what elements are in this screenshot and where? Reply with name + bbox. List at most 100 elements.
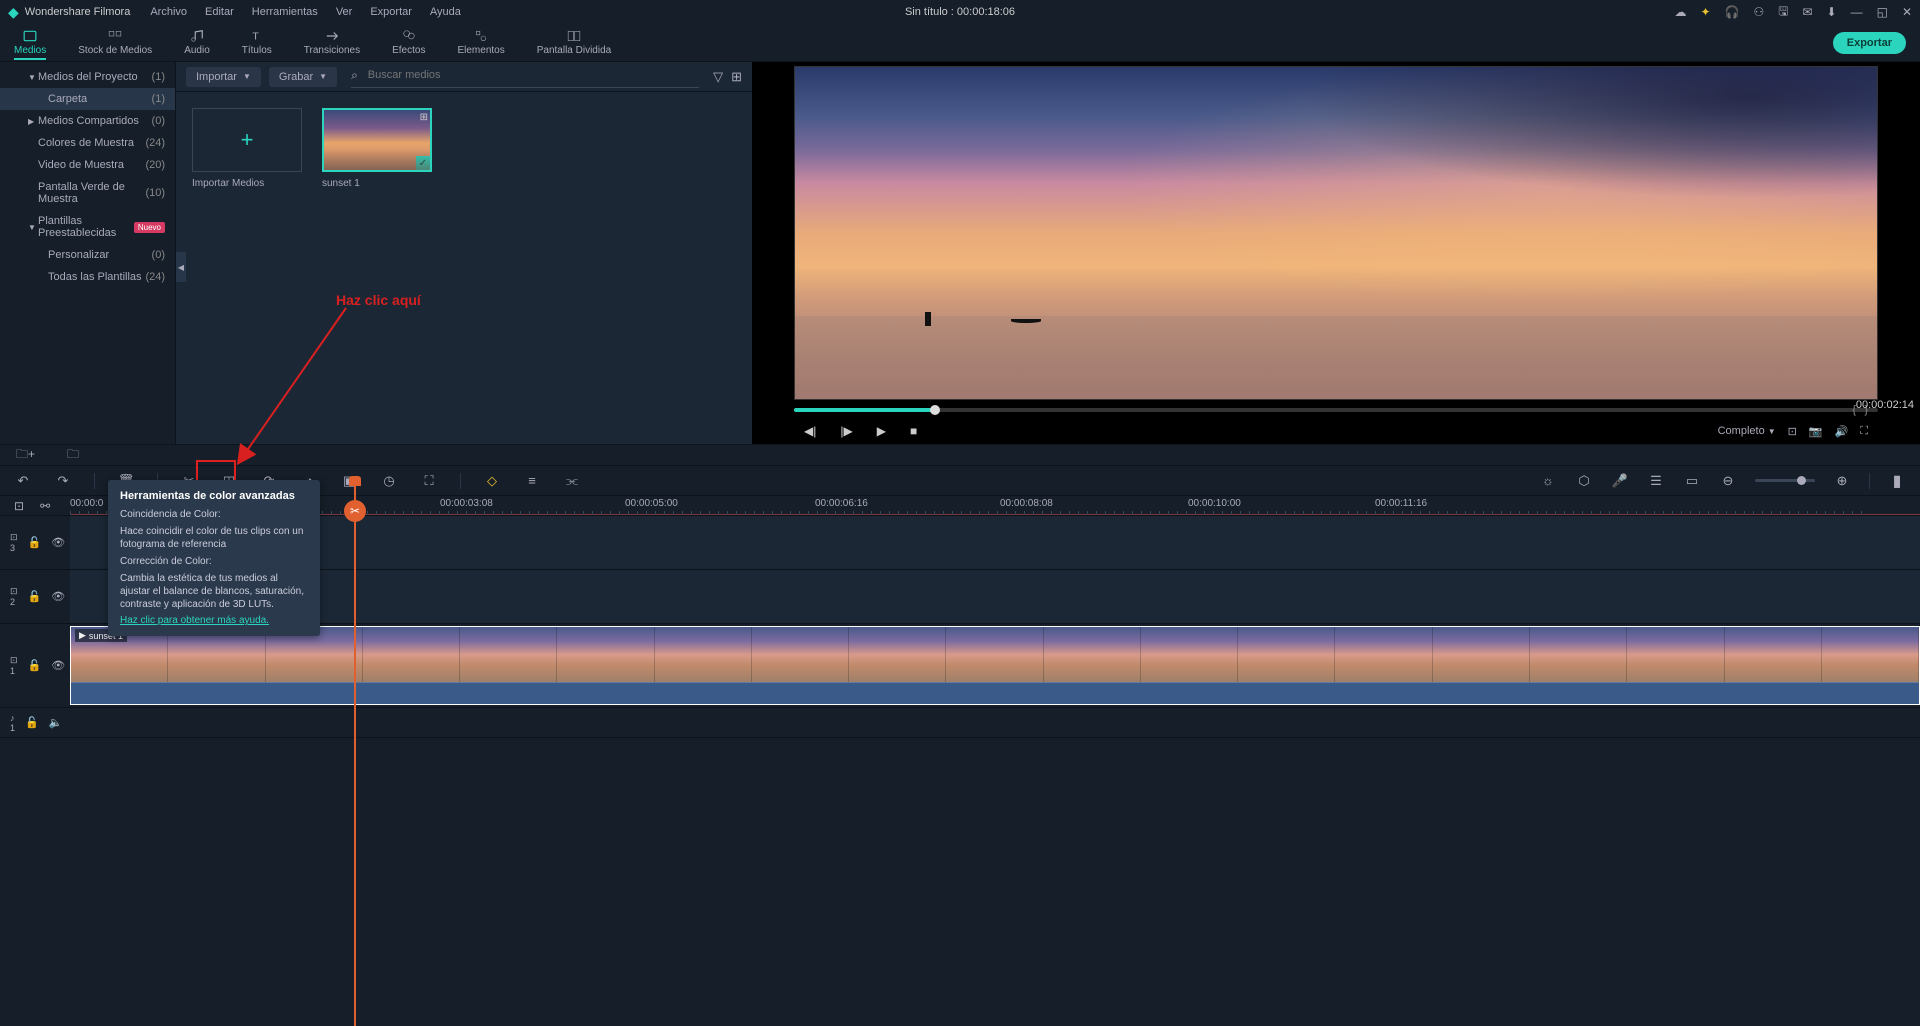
- sidebar-item[interactable]: ▼Plantillas PreestablecidasNuevo: [0, 210, 175, 244]
- visibility-icon[interactable]: 👁: [51, 536, 65, 549]
- snapshot-icon[interactable]: 📷: [1809, 425, 1823, 438]
- open-folder-icon[interactable]: 🗀: [67, 445, 79, 466]
- menu-tools[interactable]: Herramientas: [252, 6, 318, 18]
- record-dropdown[interactable]: Grabar▼: [269, 67, 337, 87]
- export-button[interactable]: Exportar: [1833, 32, 1906, 54]
- sidebar-item[interactable]: ▼Medios del Proyecto(1): [0, 66, 175, 88]
- project-title: Sin título : 00:00:18:06: [905, 6, 1015, 18]
- sidebar-item[interactable]: Video de Muestra(20): [0, 154, 175, 176]
- lock-icon[interactable]: 🔓: [28, 536, 42, 549]
- timeline-clip-sunset1[interactable]: ▶sunset 1: [70, 626, 1920, 705]
- tab-media[interactable]: Medios: [14, 27, 46, 60]
- preview-scrubber[interactable]: { }: [794, 408, 1878, 412]
- search-input[interactable]: [364, 65, 699, 85]
- main-menu: Archivo Editar Herramientas Ver Exportar…: [150, 6, 461, 18]
- redo-icon[interactable]: ↷: [54, 472, 72, 490]
- titlebar: ◆ Wondershare Filmora Archivo Editar Her…: [0, 0, 1920, 24]
- save-icon[interactable]: 🖫: [1778, 2, 1788, 23]
- lightbulb-icon[interactable]: ✦: [1700, 5, 1710, 19]
- window-maximize-icon[interactable]: ◱: [1877, 5, 1888, 19]
- link-icon[interactable]: ⚯: [40, 499, 50, 513]
- playhead[interactable]: ✂: [354, 476, 356, 1026]
- cloud-icon[interactable]: ☁: [1674, 5, 1686, 19]
- app-logo-icon: ◆: [8, 4, 19, 21]
- sidebar-item[interactable]: Todas las Plantillas(24): [0, 266, 175, 288]
- prev-frame-icon[interactable]: ◀|: [804, 424, 816, 438]
- tooltip-title: Herramientas de color avanzadas: [120, 490, 308, 502]
- tab-split-screen[interactable]: Pantalla Dividida: [537, 27, 612, 58]
- sidebar-item[interactable]: Carpeta(1): [0, 88, 175, 110]
- undo-icon[interactable]: ↶: [14, 472, 32, 490]
- scissors-icon[interactable]: ✂: [344, 500, 366, 522]
- menu-help[interactable]: Ayuda: [430, 6, 461, 18]
- timeline-options-icon[interactable]: ▮: [1888, 472, 1906, 490]
- voiceover-icon[interactable]: 🎤: [1611, 472, 1629, 490]
- lock-icon[interactable]: 🔓: [28, 590, 42, 603]
- stop-icon[interactable]: ■: [910, 424, 917, 438]
- visibility-icon[interactable]: 👁: [51, 590, 65, 603]
- import-media-card[interactable]: + Importar Medios: [192, 108, 302, 189]
- zoom-out-icon[interactable]: ⊖: [1719, 472, 1737, 490]
- media-clip-sunset1[interactable]: ⊞ ✓ sunset 1: [322, 108, 432, 189]
- play-icon: ▶: [79, 630, 86, 641]
- zoom-in-icon[interactable]: ⊕: [1833, 472, 1851, 490]
- quality-dropdown[interactable]: Completo ▼: [1718, 425, 1776, 437]
- sidebar-item[interactable]: Pantalla Verde de Muestra(10): [0, 176, 175, 210]
- timeline-display-icon[interactable]: ⊡: [14, 499, 24, 513]
- tooltip-help-link[interactable]: Haz clic para obtener más ayuda.: [120, 615, 269, 626]
- fit-icon[interactable]: ⛶: [420, 472, 438, 490]
- clip-audio-waveform[interactable]: [71, 682, 1919, 704]
- visibility-icon[interactable]: 👁: [51, 659, 65, 672]
- mixer-icon[interactable]: ☰: [1647, 472, 1665, 490]
- marker-icon[interactable]: ⬡: [1575, 472, 1593, 490]
- collapse-sidebar-icon[interactable]: ◀: [176, 252, 186, 282]
- mail-icon[interactable]: ✉: [1802, 5, 1812, 19]
- display-icon[interactable]: ⊡: [1788, 425, 1797, 438]
- lock-icon[interactable]: 🔓: [28, 659, 42, 672]
- sidebar-item[interactable]: Colores de Muestra(24): [0, 132, 175, 154]
- render-icon[interactable]: ☼: [1539, 472, 1557, 490]
- tab-transitions[interactable]: Transiciones: [304, 27, 360, 58]
- tab-elements[interactable]: Elementos: [457, 27, 504, 58]
- media-sidebar: ▼Medios del Proyecto(1)Carpeta(1)▶Medios…: [0, 62, 176, 444]
- zoom-slider[interactable]: [1755, 479, 1815, 482]
- play-backward-icon[interactable]: |▶: [840, 424, 852, 438]
- menu-file[interactable]: Archivo: [150, 6, 187, 18]
- import-dropdown[interactable]: Importar▼: [186, 67, 261, 87]
- mute-icon[interactable]: 🔈: [49, 716, 63, 729]
- play-icon[interactable]: ▶: [877, 424, 886, 438]
- tab-effects[interactable]: Efectos: [392, 27, 425, 58]
- volume-icon[interactable]: 🔊: [1835, 425, 1849, 438]
- clip-name: sunset 1: [322, 178, 360, 189]
- main-tabs: Medios Stock de Medios Audio TTítulos Tr…: [0, 24, 1920, 62]
- window-minimize-icon[interactable]: —: [1851, 5, 1863, 19]
- lock-icon[interactable]: 🔓: [25, 716, 39, 729]
- keyframe-icon[interactable]: ◇: [483, 472, 501, 490]
- fullscreen-icon[interactable]: ⛶: [1860, 425, 1868, 438]
- download-icon[interactable]: ⬇: [1827, 5, 1837, 19]
- media-menu-icon[interactable]: ⊞: [420, 112, 428, 123]
- tab-titles[interactable]: TTítulos: [242, 27, 272, 58]
- color-tools-tooltip: Herramientas de color avanzadas Coincide…: [108, 480, 320, 636]
- sidebar-item[interactable]: ▶Medios Compartidos(0): [0, 110, 175, 132]
- duration-icon[interactable]: ◷: [380, 472, 398, 490]
- tab-audio[interactable]: Audio: [184, 27, 210, 58]
- filter-icon[interactable]: ▽: [713, 69, 723, 85]
- sidebar-item[interactable]: Personalizar(0): [0, 244, 175, 266]
- tab-stock-media[interactable]: Stock de Medios: [78, 27, 152, 58]
- headset-icon[interactable]: 🎧: [1725, 5, 1740, 19]
- user-icon[interactable]: ⚇: [1753, 5, 1764, 19]
- snap-icon[interactable]: ▭: [1683, 472, 1701, 490]
- menu-view[interactable]: Ver: [336, 6, 353, 18]
- adjust-icon[interactable]: ≡: [523, 472, 541, 490]
- menu-export[interactable]: Exportar: [370, 6, 412, 18]
- plus-icon: +: [241, 127, 254, 153]
- audio-wave-icon[interactable]: ⫘: [563, 472, 581, 490]
- grid-view-icon[interactable]: ⊞: [731, 69, 742, 85]
- preview-viewport[interactable]: [794, 66, 1878, 400]
- menu-edit[interactable]: Editar: [205, 6, 234, 18]
- check-icon: ✓: [416, 156, 430, 170]
- window-close-icon[interactable]: ✕: [1902, 5, 1912, 19]
- new-folder-icon[interactable]: 🗀+: [16, 445, 35, 466]
- import-label: Importar Medios: [192, 178, 264, 189]
